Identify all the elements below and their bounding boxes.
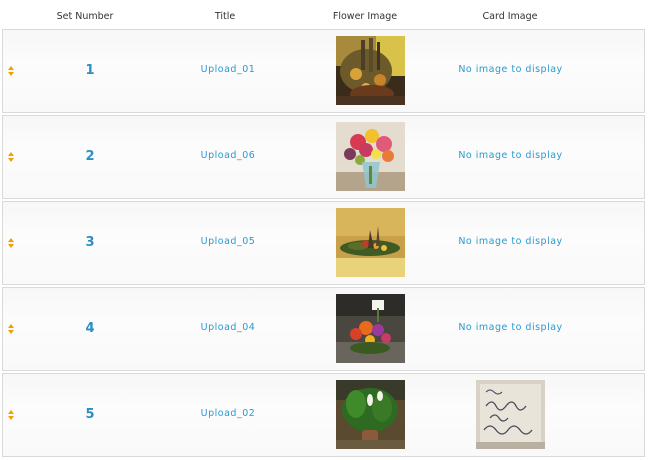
column-header-title: Title — [214, 11, 236, 22]
flower-image[interactable] — [336, 122, 405, 191]
card-image-placeholder: No image to display — [458, 150, 563, 161]
sort-arrows-icon[interactable] — [8, 410, 14, 420]
flower-image[interactable] — [336, 36, 405, 105]
set-number: 2 — [85, 149, 95, 164]
title-link[interactable]: Upload_05 — [183, 236, 273, 247]
table-row[interactable]: 4 Upload_04 No image to display — [2, 287, 645, 371]
card-image-placeholder: No image to display — [458, 64, 563, 75]
set-number: 3 — [85, 235, 95, 250]
table-row[interactable]: 2 Upload_06 No image to display — [2, 115, 645, 199]
flower-image[interactable] — [336, 380, 405, 449]
title-link[interactable]: Upload_06 — [183, 150, 273, 161]
card-image-placeholder: No image to display — [458, 236, 563, 247]
set-number: 5 — [85, 407, 95, 422]
table-row[interactable]: 5 Upload_02 — [2, 373, 645, 457]
table-row[interactable]: 3 Upload_05 No image to display — [2, 201, 645, 285]
sort-arrows-icon[interactable] — [8, 152, 14, 162]
set-number: 4 — [85, 321, 95, 336]
sort-arrows-icon[interactable] — [8, 324, 14, 334]
table-row[interactable]: 1 Upload_01 No image to display — [2, 29, 645, 113]
flower-image[interactable] — [336, 208, 405, 277]
flower-image[interactable] — [336, 294, 405, 363]
set-number: 1 — [85, 63, 95, 78]
sort-arrows-icon[interactable] — [8, 66, 14, 76]
column-header-set-number: Set Number — [56, 11, 114, 22]
card-image-placeholder: No image to display — [458, 322, 563, 333]
card-image[interactable] — [476, 380, 545, 449]
table-header: Set Number Title Flower Image Card Image — [0, 0, 650, 30]
column-header-flower-image: Flower Image — [332, 11, 398, 22]
title-link[interactable]: Upload_01 — [183, 64, 273, 75]
sort-arrows-icon[interactable] — [8, 238, 14, 248]
column-header-card-image: Card Image — [482, 11, 538, 22]
title-link[interactable]: Upload_04 — [183, 322, 273, 333]
title-link[interactable]: Upload_02 — [183, 408, 273, 419]
